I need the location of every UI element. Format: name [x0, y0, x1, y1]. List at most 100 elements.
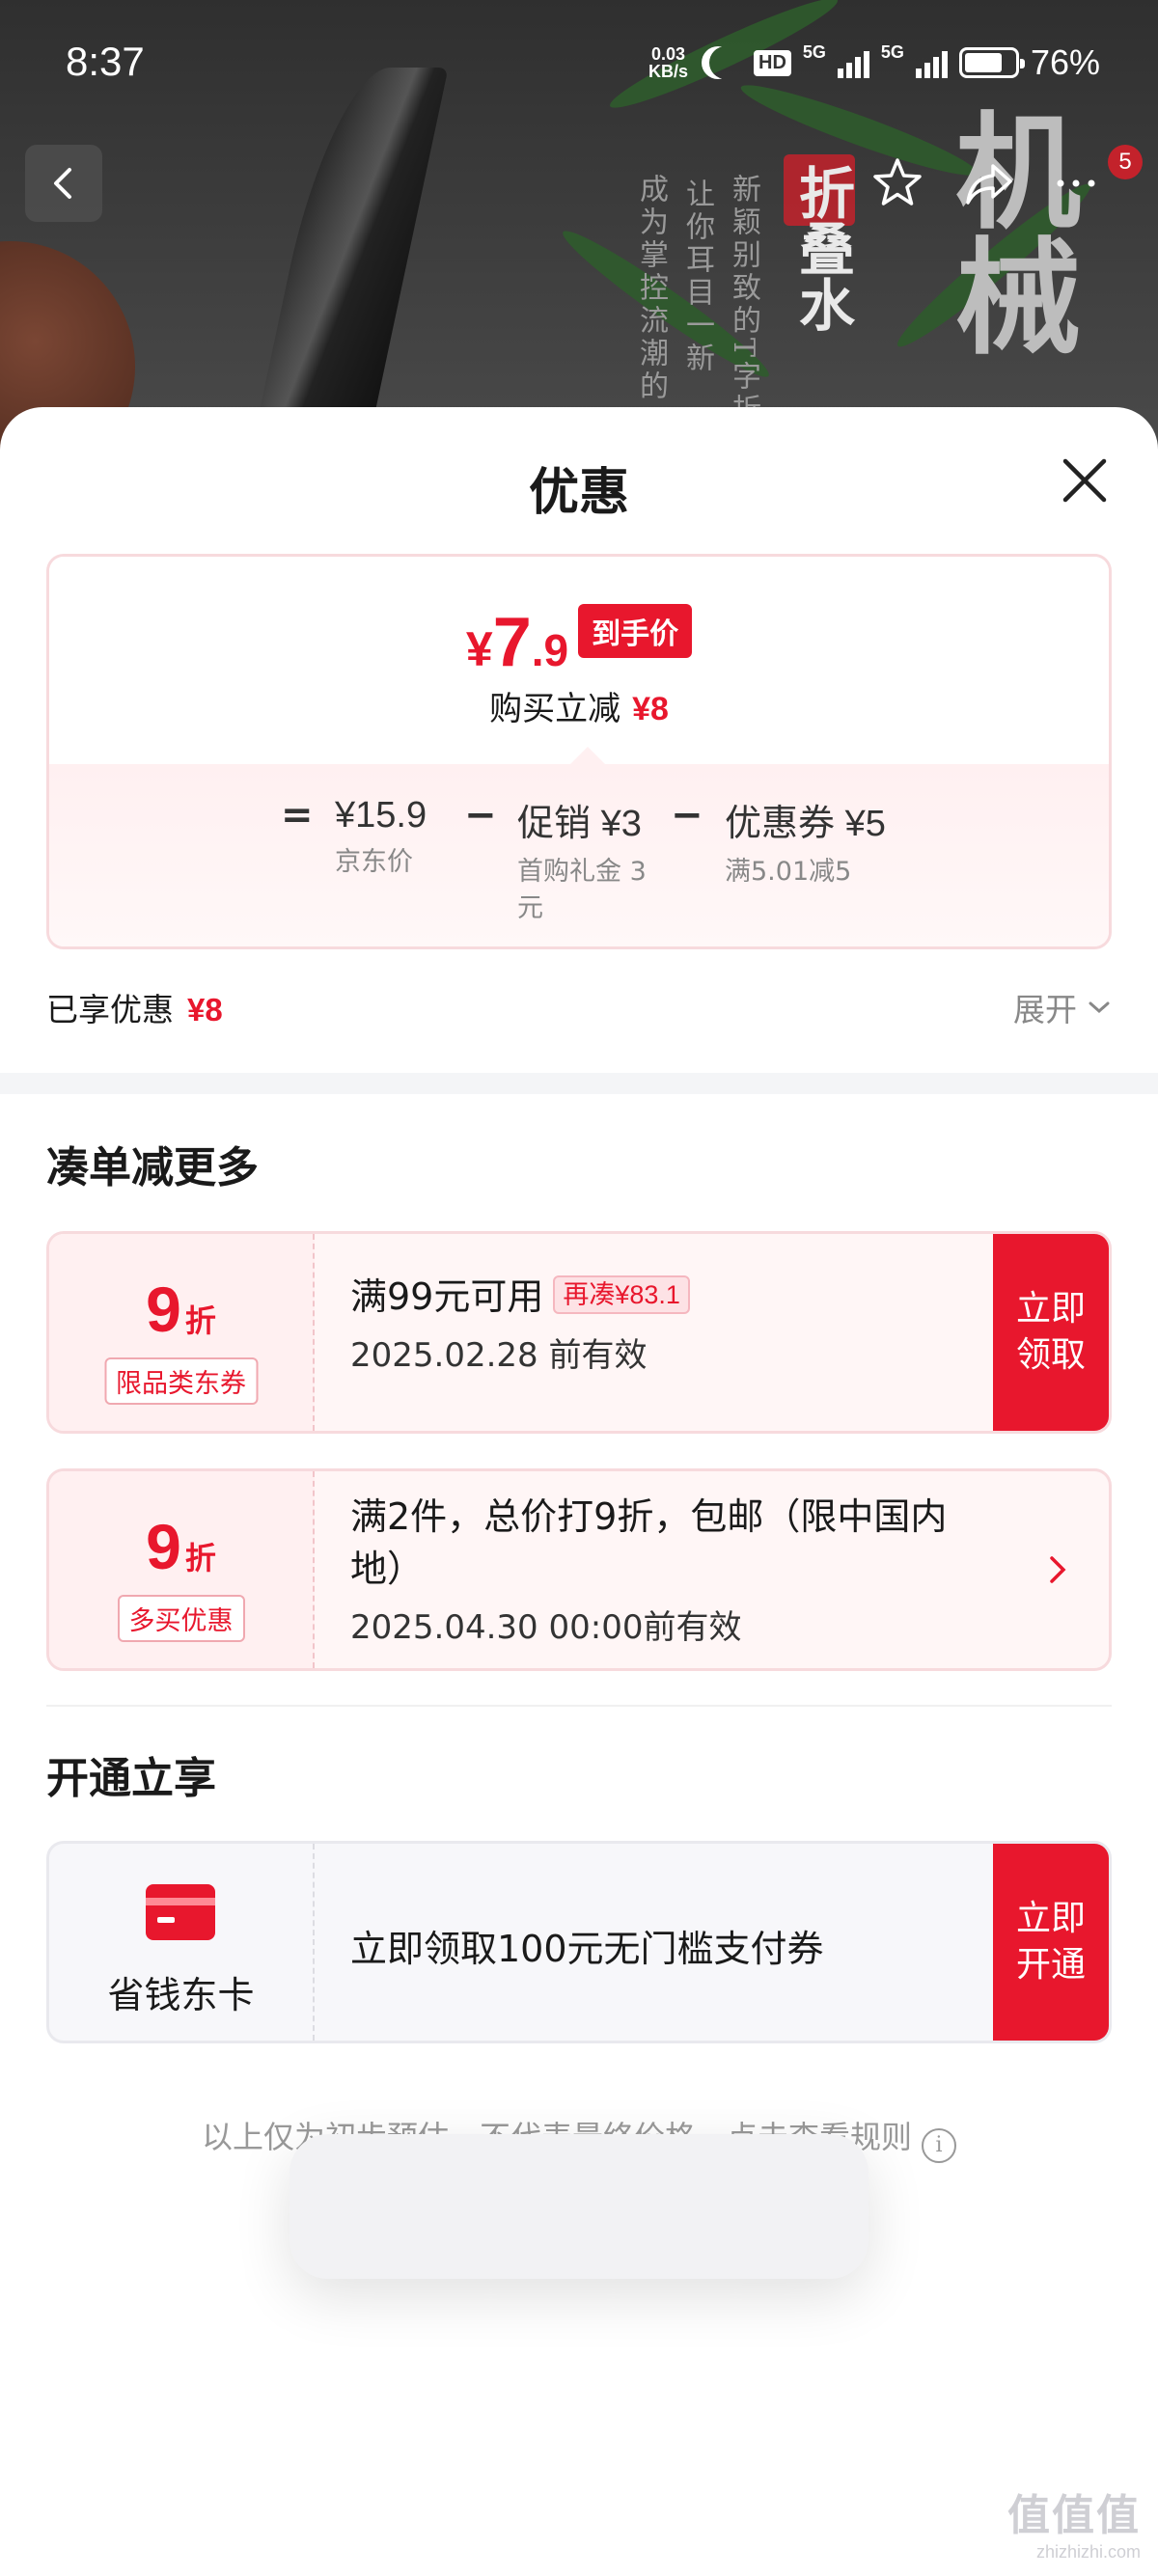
formula-item-jd-price: ¥15.9 京东价: [335, 793, 427, 881]
status-bar: 8:37 0.03 KB/s HD 5G 5G 76%: [0, 0, 1158, 125]
formula-value: 促销 ¥3: [517, 793, 652, 846]
multi-buy-card[interactable]: 9折 多买优惠 满2件，总价打9折，包邮（限中国内地） 2025.04.30 0…: [46, 1468, 1112, 1671]
status-icons: 0.03 KB/s HD 5G 5G 76%: [648, 42, 1100, 83]
claim-coupon-button[interactable]: 立即领取: [993, 1234, 1109, 1431]
enjoyed-label: 已享优惠: [46, 991, 174, 1028]
final-price-integer: 7: [492, 604, 532, 681]
formula-label: 促销: [517, 802, 592, 844]
open-membership-button[interactable]: 立即开通: [993, 1844, 1109, 2041]
battery-percent: 76%: [1030, 42, 1100, 82]
watermark-logo: 值值值: [1007, 2491, 1141, 2540]
section-title-more: 凑单减更多: [46, 1143, 259, 1192]
coupon-type-tag: 限品类东券: [104, 1357, 258, 1405]
bg-big-title: 机械: [934, 106, 1082, 357]
bg-seal-text: 折叠水: [789, 164, 855, 332]
open-button-label: 立即开通: [1015, 1899, 1086, 1985]
formula-amount: ¥3: [600, 804, 642, 844]
share-icon[interactable]: [960, 154, 1018, 212]
coupon-card: 9折 限品类东券 满99元可用 再凑¥83.1 2025.02.28 前有效 立即…: [46, 1231, 1112, 1434]
equals-sign: =: [281, 793, 314, 837]
price-formula-area: = ¥15.9 京东价 − 促销 ¥3 首购礼金 3元 − 优惠券 ¥5 满5.…: [49, 747, 1109, 946]
signal-icon: [837, 47, 869, 78]
notification-badge: 5: [1108, 145, 1143, 179]
coupon-left: 9折 多买优惠: [49, 1471, 315, 1668]
instant-reduce: 购买立减 ¥8: [49, 682, 1109, 729]
network-speed: 0.03 KB/s: [648, 45, 688, 80]
minus-sign: −: [671, 793, 703, 837]
do-not-disturb-icon: [709, 46, 742, 79]
chevron-right-icon: [1050, 1556, 1066, 1583]
formula-sub: 满5.01减5: [725, 857, 852, 887]
formula-amount: ¥15.9: [335, 795, 427, 836]
formula-label: 优惠券: [725, 802, 836, 844]
sheet-title: 优惠: [528, 464, 629, 522]
coupon-extra-tag: 再凑¥83.1: [553, 1275, 690, 1314]
membership-left: 省钱东卡: [49, 1844, 315, 2041]
bg-slogan-a: 新颖别致的T字折: [727, 174, 760, 427]
minus-sign: −: [464, 793, 497, 837]
credit-card-icon: [146, 1884, 215, 1940]
expand-label: 展开: [1013, 991, 1077, 1028]
membership-benefit: 立即领取100元无门槛支付券: [350, 1928, 824, 1970]
coupon-body: 满99元可用 再凑¥83.1 2025.02.28 前有效: [350, 1271, 983, 1376]
close-icon[interactable]: [1058, 453, 1112, 507]
coupon-discount: 9折: [49, 1273, 313, 1346]
enjoyed-amount: ¥8: [187, 992, 223, 1028]
formula-item-coupon: 优惠券 ¥5 满5.01减5: [725, 793, 886, 891]
net-speed-unit: KB/s: [648, 62, 689, 81]
bg-slogan-b: 让你耳目一新: [680, 178, 714, 375]
status-time: 8:37: [66, 39, 145, 84]
coupon-left: 9折 限品类东券: [49, 1234, 315, 1431]
section-divider-thin: [46, 1705, 1112, 1707]
sim1-5g-label: 5G: [802, 42, 826, 62]
claim-button-label: 立即领取: [1015, 1289, 1086, 1375]
chevron-left-icon: [54, 168, 71, 199]
expand-button[interactable]: 展开: [1013, 984, 1112, 1030]
knife-blade-image: [246, 68, 449, 453]
signal-icon: [915, 47, 948, 78]
final-price: ¥7.9: [466, 603, 568, 682]
enjoyed-discount: 已享优惠 ¥8: [46, 984, 223, 1030]
formula-value: 优惠券 ¥5: [725, 793, 886, 846]
membership-name: 省钱东卡: [107, 1974, 255, 2016]
sim2-5g-label: 5G: [880, 42, 904, 62]
formula-value: ¥15.9: [335, 793, 427, 836]
caret-decoration: [570, 747, 605, 764]
star-icon[interactable]: [868, 154, 926, 212]
reduce-label: 购买立减: [489, 690, 621, 728]
info-icon: i: [922, 2128, 956, 2163]
coupon-condition: 满2件，总价打9折，包邮（限中国内地）: [350, 1495, 948, 1590]
chevron-down-icon: [1089, 1001, 1110, 1014]
final-price-decimal: .9: [531, 625, 569, 675]
coupon-body: 满2件，总价打9折，包邮（限中国内地） 2025.04.30 00:00前有效: [350, 1491, 993, 1648]
watermark-url: zhizhizhi.com: [1035, 2542, 1141, 2562]
coupon-condition-text: 满99元可用: [350, 1275, 544, 1318]
final-price-row: ¥7.9 到手价: [49, 603, 1109, 682]
price-breakdown-card: ¥7.9 到手价 购买立减 ¥8 = ¥15.9 京东价 − 促销 ¥3 首购礼金…: [46, 554, 1112, 949]
back-button[interactable]: [25, 145, 102, 222]
more-icon[interactable]: [1047, 154, 1105, 212]
formula-sub: 京东价: [335, 847, 413, 877]
formula-amount: ¥5: [844, 804, 886, 844]
discount-unit: 折: [184, 1540, 216, 1576]
bg-slogan-c: 成为掌控流潮的: [634, 174, 668, 403]
currency-symbol: ¥: [465, 622, 493, 676]
coupon-date: 2025.04.30 00:00前有效: [350, 1608, 742, 1647]
reduce-amount: ¥8: [632, 691, 669, 727]
discount-number: 9: [146, 1511, 181, 1582]
formula-item-promo: 促销 ¥3 首购礼金 3元: [517, 793, 652, 927]
hd-icon: HD: [754, 49, 791, 76]
discount-number: 9: [146, 1274, 181, 1345]
net-speed-value: 0.03: [650, 44, 686, 64]
coupon-date: 2025.02.28 前有效: [350, 1336, 648, 1375]
discount-unit: 折: [184, 1302, 216, 1339]
section-title-open: 开通立享: [46, 1754, 216, 1803]
membership-card: 省钱东卡 立即领取100元无门槛支付券 立即开通: [46, 1841, 1112, 2043]
final-price-area: ¥7.9 到手价 购买立减 ¥8: [49, 557, 1109, 764]
final-price-tag: 到手价: [578, 604, 693, 658]
coupon-condition: 满99元可用 再凑¥83.1: [350, 1271, 983, 1323]
coupon-type-tag: 多买优惠: [117, 1595, 245, 1642]
watermark: 值值值 zhizhizhi.com: [1007, 2480, 1141, 2562]
section-divider: [0, 1073, 1158, 1094]
battery-icon: [958, 47, 1025, 78]
